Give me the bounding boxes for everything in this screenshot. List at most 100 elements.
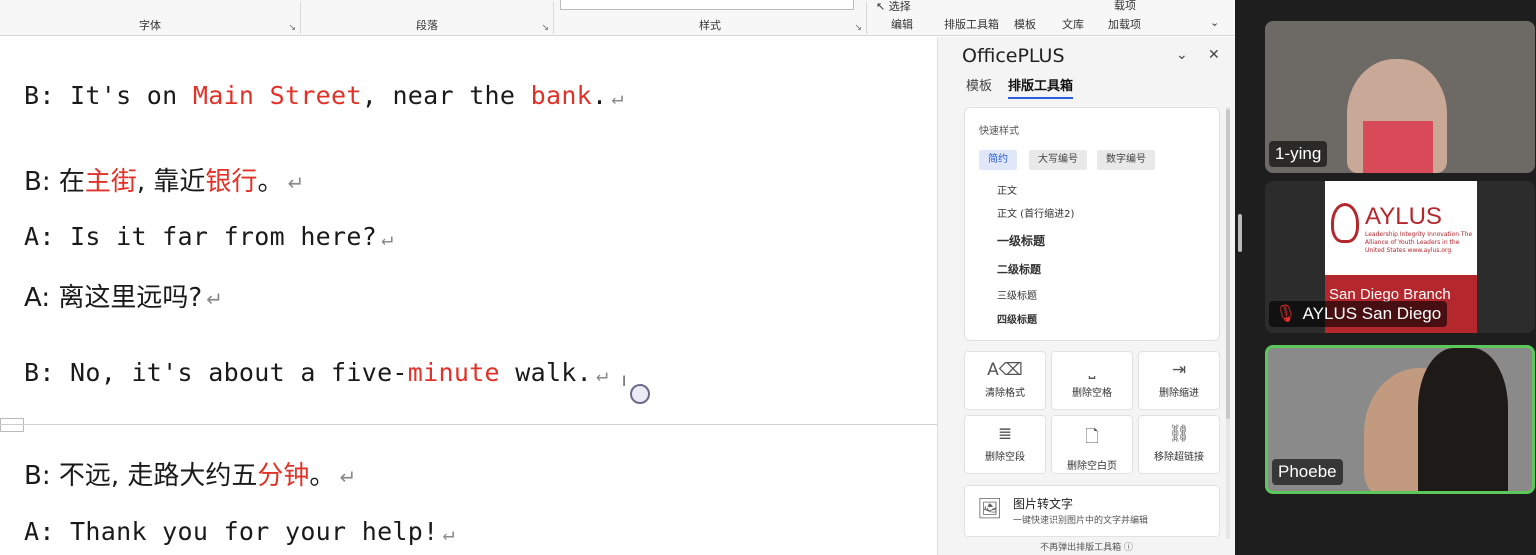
style-body-indent[interactable]: 正文 (首行缩进2) — [997, 205, 1074, 220]
doc-line-6: B: 不远, 走路大约五分钟。 ↵ — [24, 455, 356, 492]
tab-layout-toolbox[interactable]: 排版工具箱 — [1008, 75, 1074, 99]
page-break-marker — [0, 418, 24, 432]
template-button[interactable]: 模板 — [1014, 16, 1036, 32]
collapse-ribbon-icon[interactable]: ⌄ — [1210, 16, 1219, 29]
doc-line-5: B: No, it's about a five-minute walk. ↵ — [24, 358, 608, 387]
style-heading-4[interactable]: 四级标题 — [997, 311, 1037, 326]
assistant-avatar-icon[interactable] — [630, 384, 650, 404]
font-dialog-launcher-icon[interactable]: ↘ — [288, 23, 296, 33]
style-chip-simple[interactable]: 简约 — [979, 150, 1017, 170]
styles-group: 样式 ↘ — [554, 0, 866, 36]
paragraph-mark-icon: ↵ — [206, 287, 223, 311]
text-segment: 。 — [309, 461, 336, 491]
tool-label: 删除空段 — [985, 452, 1025, 463]
edit-button[interactable]: 编辑 — [891, 16, 913, 32]
image-to-text-subtitle: 一键快速识别图片中的文字并编辑 — [1013, 516, 1149, 526]
font-group-label: 字体 — [139, 19, 161, 32]
quick-styles-card: 快速样式 简约 大写编号 数字编号 正文 正文 (首行缩进2) 一级标题 二级标… — [964, 107, 1220, 341]
addin-top-label: 载项 — [1114, 0, 1136, 12]
doc-line-7: A: Thank you for your help! ↵ — [24, 517, 455, 546]
style-heading-1[interactable]: 一级标题 — [997, 232, 1045, 249]
panel-scrollbar-thumb[interactable] — [1226, 109, 1230, 419]
participant-name-text: AYLUS San Diego — [1302, 304, 1442, 323]
library-button[interactable]: 文库 — [1062, 16, 1084, 32]
text-segment: 银行 — [205, 167, 258, 197]
delete-indent-icon: ⇥ — [1171, 360, 1187, 380]
text-segment: Main Street — [192, 81, 362, 110]
participant-tile[interactable]: 1-ying — [1265, 21, 1535, 173]
paragraph-dialog-launcher-icon[interactable]: ↘ — [541, 23, 549, 33]
text-segment: B: 不远, 走路大约五 — [24, 461, 258, 491]
doc-line-1: B: It's on Main Street, near the bank. ↵ — [24, 81, 624, 110]
text-segment: minute — [407, 358, 500, 387]
text-cursor-icon: I — [622, 374, 627, 390]
image-to-text-title: 图片转文字 — [1013, 497, 1074, 511]
delete-spaces-icon: ⎵ — [1088, 360, 1096, 380]
text-segment: 主街 — [84, 167, 137, 197]
remove-hyperlink-button[interactable]: ⛓ 移除超链接 — [1138, 415, 1220, 474]
ribbon: 字体 ↘ 段落 ↘ 样式 ↘ ↖ 选择 编辑 排版工具箱 模板 文库 载项 加载… — [0, 0, 1236, 36]
paragraph-group-label: 段落 — [416, 19, 438, 32]
paragraph-mark-icon: ↵ — [339, 465, 357, 489]
styles-dialog-launcher-icon[interactable]: ↘ — [854, 23, 862, 33]
dont-show-again-link[interactable]: 不再弹出排版工具箱 ⓘ — [938, 540, 1235, 553]
tool-label: 删除空白页 — [1067, 461, 1117, 472]
participant-tile[interactable]: AYLUS Leadership Integrity Innovation Th… — [1265, 181, 1535, 333]
participant-video-hair — [1418, 348, 1508, 491]
style-gallery[interactable] — [560, 0, 854, 10]
text-segment: walk. — [499, 358, 593, 387]
paragraph-mark-icon: ↵ — [287, 171, 305, 195]
layout-toolbox-button[interactable]: 排版工具箱 — [944, 16, 999, 32]
text-segment: A: Thank you for your help! — [24, 517, 439, 546]
style-body[interactable]: 正文 — [997, 182, 1017, 197]
tool-label: 移除超链接 — [1154, 452, 1204, 463]
paragraph-mark-icon: ↵ — [381, 226, 394, 250]
ribbon-divider — [866, 2, 867, 34]
resize-handle[interactable] — [1238, 214, 1242, 252]
styles-group-label: 样式 — [699, 19, 721, 32]
delete-spaces-button[interactable]: ⎵ 删除空格 — [1051, 351, 1133, 410]
participant-tile[interactable]: Phoebe — [1265, 345, 1535, 494]
text-segment: . — [592, 81, 608, 110]
text-segment: bank — [530, 81, 593, 110]
image-to-text-icon: 🖼 — [977, 496, 1003, 520]
delete-empty-paragraph-button[interactable]: ≣ 删除空段 — [964, 415, 1046, 474]
text-segment: , near the — [361, 81, 531, 110]
close-icon[interactable]: ✕ — [1208, 47, 1220, 63]
paragraph-group: 段落 ↘ — [301, 0, 553, 36]
text-segment: B: 在 — [24, 167, 85, 197]
select-label: 选择 — [888, 0, 911, 13]
delete-indent-button[interactable]: ⇥ 删除缩进 — [1138, 351, 1220, 410]
style-heading-3[interactable]: 三级标题 — [997, 287, 1037, 302]
text-segment: 分钟 — [257, 461, 310, 491]
text-segment: B: No, it's about a five- — [24, 358, 408, 387]
quick-styles-label: 快速样式 — [979, 126, 1019, 137]
doc-line-4: A: 离这里远吗? ↵ — [24, 277, 223, 314]
text-segment: A: Is it far from here? — [24, 222, 378, 251]
participant-name: Phoebe — [1272, 459, 1343, 485]
panel-title: OfficePLUS — [962, 45, 1065, 67]
text-segment: , 靠近 — [136, 167, 206, 197]
doc-line-3: A: Is it far from here? ↵ — [24, 222, 393, 251]
delete-blank-page-button[interactable]: 🗋 删除空白页 — [1051, 415, 1133, 474]
clear-format-button[interactable]: A⌫ 清除格式 — [964, 351, 1046, 410]
tab-template[interactable]: 模板 — [966, 75, 992, 94]
delete-blank-page-icon: 🗋 — [1085, 427, 1099, 447]
tool-label: 删除缩进 — [1159, 388, 1199, 399]
addins-button[interactable]: 加载项 — [1108, 16, 1141, 32]
paragraph-mark-icon: ↵ — [611, 85, 624, 109]
select-button[interactable]: ↖ 选择 — [876, 0, 911, 14]
style-heading-2[interactable]: 二级标题 — [997, 261, 1041, 277]
tool-label: 清除格式 — [985, 388, 1025, 399]
chevron-down-icon[interactable]: ⌄ — [1176, 47, 1188, 63]
participant-name: 1-ying — [1269, 141, 1328, 167]
video-panel-separator — [1235, 0, 1265, 555]
image-to-text-card[interactable]: 🖼 图片转文字 一键快速识别图片中的文字并编辑 — [964, 485, 1220, 537]
text-segment: A: 离这里远吗? — [24, 283, 203, 313]
paragraph-mark-icon: ↵ — [442, 521, 455, 545]
document-area[interactable]: B: It's on Main Street, near the bank. ↵ … — [0, 37, 937, 555]
style-chip-number-numbering[interactable]: 数字编号 — [1097, 150, 1155, 170]
font-group: 字体 ↘ — [0, 0, 300, 36]
style-chip-uppercase-numbering[interactable]: 大写编号 — [1029, 150, 1087, 170]
page-break-line — [0, 424, 937, 425]
